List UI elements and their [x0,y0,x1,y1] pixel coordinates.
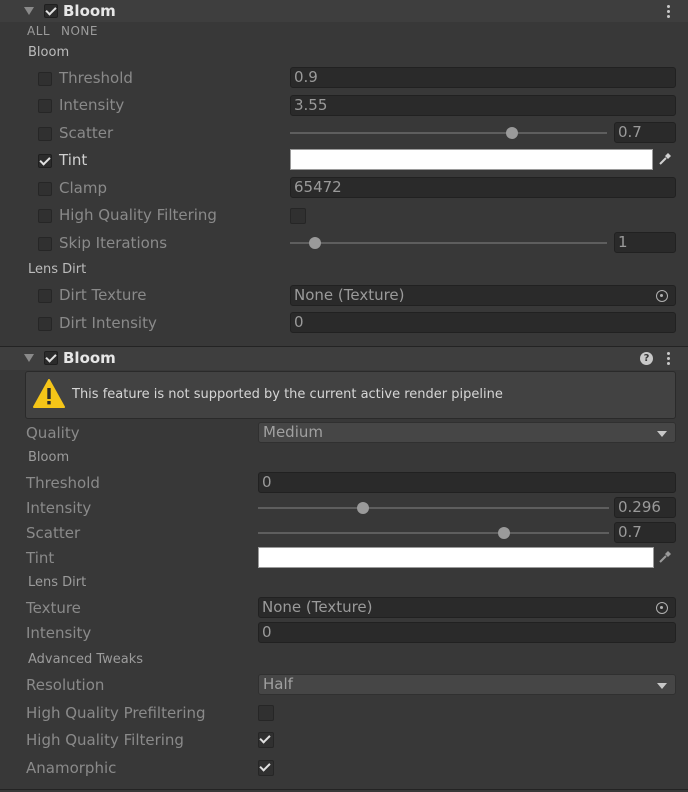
object-picker-icon[interactable] [656,290,668,302]
hq-prefiltering-label: High Quality Prefiltering [26,704,206,722]
kebab-menu-icon[interactable] [667,5,671,19]
threshold-override-checkbox[interactable] [38,72,52,86]
hq-filtering-override-checkbox[interactable] [38,209,52,223]
dirt-intensity-label: Dirt Intensity [59,314,157,332]
texture-label: Texture [26,599,81,617]
tint-label: Tint [26,549,55,567]
dirt-intensity-label: Intensity [26,624,92,642]
hq-prefiltering-checkbox[interactable] [258,705,274,721]
skip-iterations-slider-thumb[interactable] [309,237,322,249]
texture-object-field[interactable]: None (Texture) [258,597,676,618]
skip-iterations-override-checkbox[interactable] [38,237,52,251]
help-icon[interactable]: ? [640,352,653,365]
texture-value: None (Texture) [262,598,373,616]
scatter-slider-track[interactable] [290,132,607,134]
component-title: Bloom [63,349,116,367]
dirt-texture-override-checkbox[interactable] [38,289,52,303]
intensity-slider-track[interactable] [258,507,609,509]
threshold-label: Threshold [26,474,100,492]
scatter-slider-thumb[interactable] [497,527,510,539]
eyedropper-button[interactable] [654,547,676,568]
dirt-intensity-field[interactable]: 0 [258,622,676,643]
section-header-lens-dirt: Lens Dirt [28,575,87,590]
clamp-label: Clamp [59,179,107,197]
bloom-header-1[interactable]: Bloom [0,0,688,22]
scatter-label: Scatter [26,524,81,542]
warning-message: This feature is not supported by the cur… [72,387,503,402]
scatter-value-field[interactable]: 0.7 [614,122,676,143]
intensity-slider-thumb[interactable] [357,502,370,514]
intensity-override-checkbox[interactable] [38,99,52,113]
threshold-label: Threshold [59,69,133,87]
section-header-lens-dirt: Lens Dirt [28,262,87,277]
skip-iterations-label: Skip Iterations [59,234,168,252]
section-header-bloom: Bloom [28,45,70,60]
warning-icon [33,379,65,408]
tint-label: Tint [59,151,88,169]
foldout-arrow-icon[interactable] [24,354,34,362]
tint-color-swatch[interactable] [258,547,654,568]
threshold-field[interactable]: 0 [258,472,676,493]
dirt-texture-value: None (Texture) [294,286,405,304]
chevron-down-icon [657,431,667,437]
dirt-texture-label: Dirt Texture [59,286,147,304]
tint-color-swatch[interactable] [290,149,653,170]
all-button[interactable]: ALL [27,24,50,38]
scatter-slider-track[interactable] [258,532,609,534]
chevron-down-icon [657,683,667,689]
eyedropper-button[interactable] [654,149,676,170]
scatter-slider-thumb[interactable] [505,127,518,139]
intensity-field[interactable]: 3.55 [290,95,676,116]
component-title: Bloom [63,2,116,20]
scatter-label: Scatter [59,124,114,142]
dirt-intensity-field[interactable]: 0 [290,312,676,333]
dirt-texture-object-field[interactable]: None (Texture) [290,285,676,306]
intensity-value-field[interactable]: 0.296 [614,497,676,518]
eyedropper-icon [659,551,671,563]
panel-bottom-divider [0,789,688,790]
anamorphic-label: Anamorphic [26,759,117,777]
threshold-field[interactable]: 0.9 [290,67,676,88]
bloom-enabled-checkbox-2[interactable] [44,351,58,365]
scatter-override-checkbox[interactable] [38,127,52,141]
anamorphic-checkbox[interactable] [258,760,274,776]
dirt-intensity-override-checkbox[interactable] [38,317,52,331]
bloom-enabled-checkbox-1[interactable] [44,4,58,18]
resolution-label: Resolution [26,676,105,694]
object-picker-icon[interactable] [656,602,668,614]
clamp-override-checkbox[interactable] [38,182,52,196]
resolution-value: Half [263,675,293,693]
none-button[interactable]: NONE [61,24,98,38]
hq-filtering-label: High Quality Filtering [26,731,184,749]
hq-filtering-checkbox[interactable] [290,208,306,224]
hq-filtering-label: High Quality Filtering [59,206,217,224]
skip-iterations-value-field[interactable]: 1 [614,232,676,253]
quality-label: Quality [26,424,80,442]
foldout-arrow-icon[interactable] [24,7,34,15]
intensity-label: Intensity [59,96,125,114]
bloom-header-2[interactable]: Bloom ? [0,347,688,370]
tint-override-checkbox[interactable] [38,154,52,168]
kebab-menu-icon[interactable] [667,352,671,366]
quality-value: Medium [263,423,323,441]
clamp-field[interactable]: 65472 [290,177,676,198]
eyedropper-icon [659,153,671,165]
section-header-bloom: Bloom [28,450,70,465]
warning-box: This feature is not supported by the cur… [25,371,676,419]
resolution-dropdown[interactable]: Half [258,674,676,695]
skip-iterations-slider-track[interactable] [290,242,607,244]
quality-dropdown[interactable]: Medium [258,422,676,443]
intensity-label: Intensity [26,499,92,517]
scatter-value-field[interactable]: 0.7 [614,522,676,543]
section-header-advanced-tweaks: Advanced Tweaks [28,652,144,667]
hq-filtering-checkbox[interactable] [258,732,274,748]
